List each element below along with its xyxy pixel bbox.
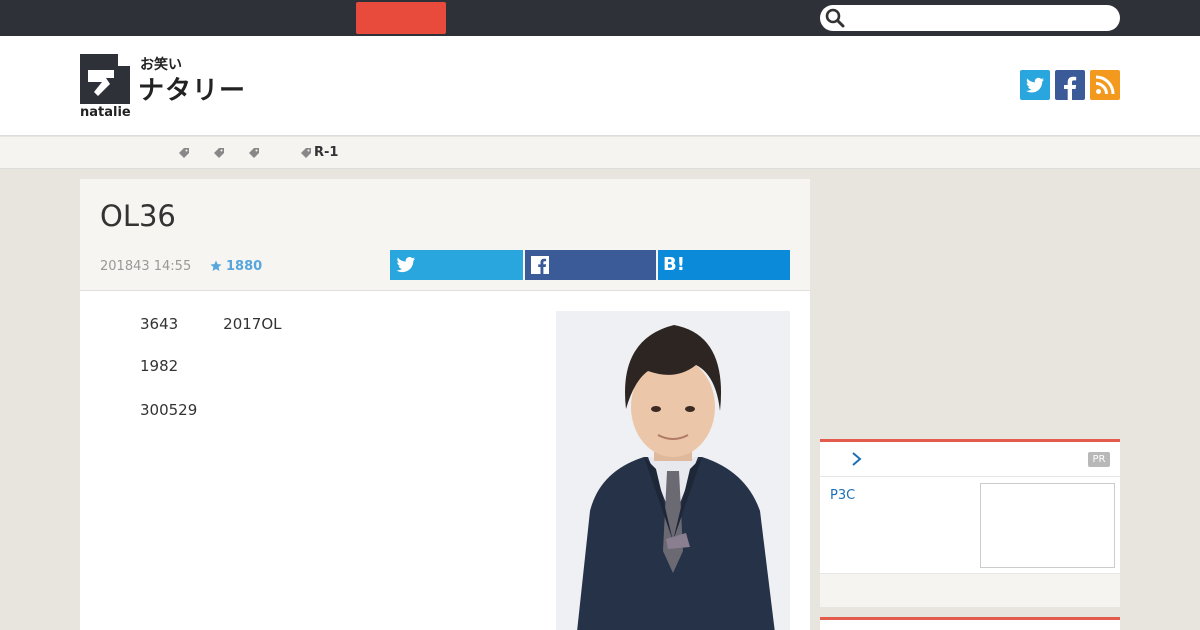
site-logo[interactable]: お笑い ナタリー natalie [80,54,280,124]
sidebar-next-box [820,617,1120,630]
facebook-icon [531,256,549,274]
logo-wordmark: natalie [80,105,131,120]
pr-box-footer [820,573,1120,607]
portrait-image [556,311,790,630]
twitter-icon [396,257,416,273]
natalie-logo-mark [80,54,130,104]
search-icon[interactable] [824,7,846,29]
star-count: 1880 [226,259,263,274]
sidebar-pr-box: PR P3C [820,439,1120,607]
share-facebook-button[interactable] [525,250,656,280]
search-input[interactable] [850,8,1112,28]
pr-article-link[interactable]: P3C [830,488,855,503]
facebook-icon [1064,76,1077,100]
site-header: お笑い ナタリー natalie [0,36,1200,136]
rss-feed-button[interactable] [1090,70,1120,100]
facebook-follow-button[interactable] [1055,70,1085,100]
article-header: OL36 201843 14:55 1880 B! [80,179,810,291]
share-hatena-button[interactable]: B! [658,250,790,280]
tag-bar: R-1 [0,137,1200,169]
tag-icon [179,148,189,158]
article-paragraph: 300529 [140,401,198,419]
star-icon [210,260,222,271]
article-paragraph: 1982 [140,357,179,375]
tag-icon [249,148,259,158]
search-box[interactable] [820,5,1120,31]
tag-label: R-1 [314,145,339,160]
twitter-follow-button[interactable] [1020,70,1050,100]
pr-badge: PR [1088,452,1110,467]
chevron-right-icon[interactable] [850,451,864,467]
article-paragraph: 3643 2017OL [140,315,282,333]
article-photo[interactable] [556,311,790,630]
article-date: 201843 14:55 [100,259,192,274]
top-bar [0,0,1200,36]
pr-box-header: PR [820,442,1120,477]
article-card: OL36 201843 14:55 1880 B! 3643 2017OL 19… [80,179,810,630]
share-twitter-button[interactable] [390,250,523,280]
top-red-button[interactable] [356,2,446,34]
hatena-bookmark-icon: B! [663,254,685,275]
twitter-icon [1026,77,1044,93]
logo-big-text: ナタリー [138,76,247,106]
article-title: OL36 [100,199,176,233]
rss-icon [1095,75,1115,95]
sidebar-ad-area [820,179,1120,429]
tag-icon [301,148,311,158]
tag-icon [214,148,224,158]
pr-thumbnail[interactable] [980,483,1115,568]
